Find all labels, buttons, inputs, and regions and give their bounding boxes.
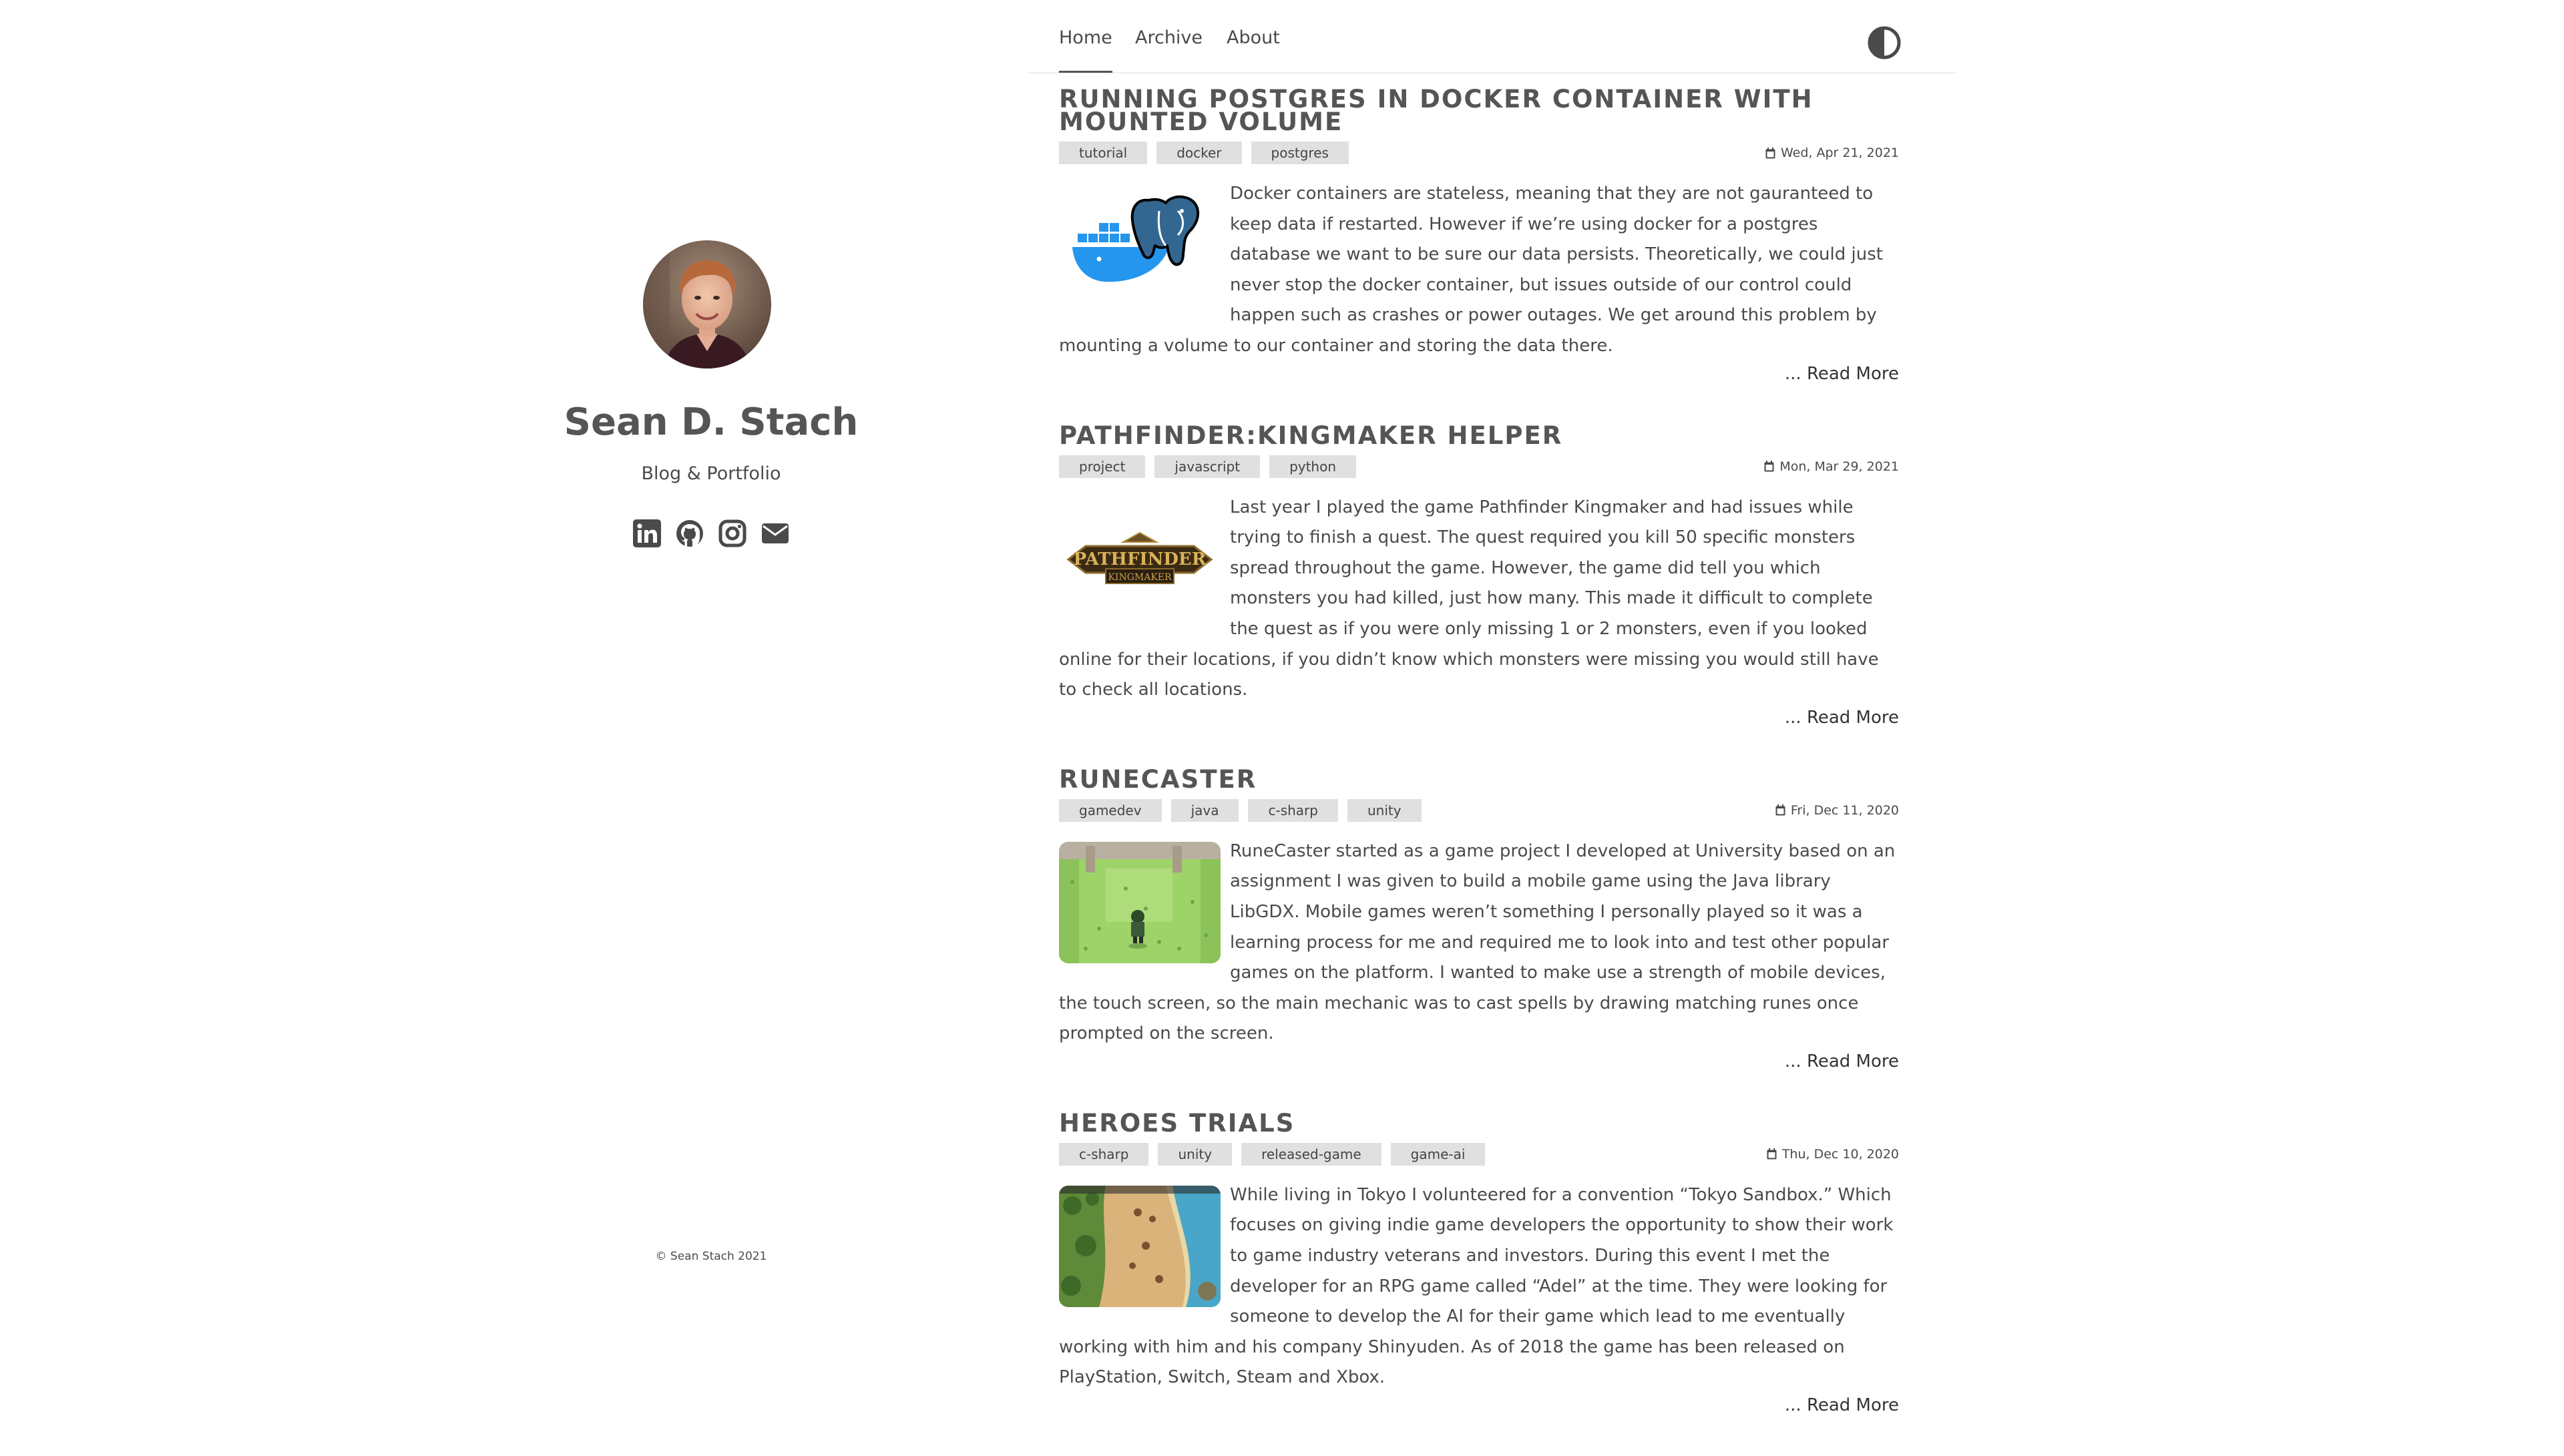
post-date-text: Fri, Dec 11, 2020	[1790, 802, 1899, 818]
tag[interactable]: java	[1170, 798, 1239, 822]
pathfinder-kingmaker-logo: PATHFINDER KINGMAKER	[1059, 497, 1221, 620]
post-thumbnail[interactable]	[1059, 184, 1221, 306]
read-more-row: ... Read More	[1059, 1049, 1899, 1073]
tag[interactable]: gamedev	[1059, 798, 1162, 822]
tag[interactable]: python	[1269, 455, 1357, 478]
post-excerpt: RuneCaster started as a game project I d…	[1059, 836, 1899, 1049]
post-meta: c-sharp unity released-game game-ai Thu,…	[1059, 1142, 1899, 1167]
post-meta: gamedev java c-sharp unity Fri, Dec 11, …	[1059, 798, 1899, 823]
instagram-icon[interactable]	[718, 519, 746, 547]
post-thumbnail[interactable]: PATHFINDER KINGMAKER	[1059, 497, 1221, 620]
calendar-icon	[1765, 147, 1775, 158]
read-more-row: ... Read More	[1059, 706, 1899, 730]
post-title[interactable]: RUNNING POSTGRES IN DOCKER CONTAINER WIT…	[1059, 87, 1899, 134]
theme-toggle-button[interactable]	[1867, 25, 1902, 60]
nav-home[interactable]: Home	[1059, 27, 1112, 73]
avatar	[643, 240, 771, 369]
post-meta: project javascript python Mon, Mar 29, 2…	[1059, 455, 1899, 479]
tag[interactable]: c-sharp	[1059, 1142, 1149, 1166]
tag[interactable]: c-sharp	[1248, 798, 1338, 822]
nav-about[interactable]: About	[1227, 27, 1280, 49]
post-card: RUNNING POSTGRES IN DOCKER CONTAINER WIT…	[1059, 87, 1899, 386]
logo-title-text: PATHFINDER	[1074, 549, 1207, 569]
github-icon[interactable]	[676, 519, 704, 547]
profile-photo	[643, 240, 771, 369]
tag-list: gamedev java c-sharp unity	[1059, 798, 1899, 822]
runecaster-screenshot	[1059, 841, 1221, 963]
calendar-icon	[1764, 461, 1774, 472]
tag[interactable]: docker	[1156, 142, 1242, 164]
post-card: PATHFINDER:KINGMAKER HELPER project java…	[1059, 423, 1899, 730]
post-date: Wed, Apr 21, 2021	[1765, 146, 1899, 160]
post-date-text: Thu, Dec 10, 2020	[1781, 1146, 1899, 1162]
tag[interactable]: postgres	[1251, 142, 1349, 164]
read-more-row: ... Read More	[1059, 1393, 1899, 1417]
post-title[interactable]: PATHFINDER:KINGMAKER HELPER	[1059, 423, 1899, 448]
post-title[interactable]: RUNECASTER	[1059, 767, 1899, 792]
post-meta: tutorial docker postgres Wed, Apr 21, 20…	[1059, 142, 1899, 166]
calendar-icon	[1775, 804, 1785, 816]
post-date: Fri, Dec 11, 2020	[1775, 803, 1899, 818]
calendar-icon	[1767, 1148, 1777, 1160]
email-icon[interactable]	[761, 519, 789, 547]
tag[interactable]: released-game	[1241, 1142, 1381, 1166]
post-excerpt: PATHFINDER KINGMAKER Last year I played …	[1059, 493, 1899, 706]
post-feed: RUNNING POSTGRES IN DOCKER CONTAINER WIT…	[1059, 87, 1899, 1456]
post-thumbnail[interactable]	[1059, 841, 1221, 963]
post-excerpt: While living in Tokyo I volunteered for …	[1059, 1180, 1899, 1393]
post-title[interactable]: HEROES TRIALS	[1059, 1111, 1899, 1136]
post-date: Mon, Mar 29, 2021	[1764, 459, 1899, 474]
nav-archive[interactable]: Archive	[1135, 27, 1203, 49]
post-date-text: Mon, Mar 29, 2021	[1779, 459, 1899, 474]
tag[interactable]: tutorial	[1059, 142, 1148, 164]
tag[interactable]: unity	[1158, 1142, 1233, 1166]
read-more-link[interactable]: ... Read More	[1785, 364, 1899, 384]
logo-subtitle-text: KINGMAKER	[1108, 572, 1172, 583]
post-date: Thu, Dec 10, 2020	[1767, 1147, 1899, 1162]
tag[interactable]: project	[1059, 455, 1146, 478]
read-more-row: ... Read More	[1059, 362, 1899, 386]
tag[interactable]: unity	[1347, 798, 1422, 822]
read-more-link[interactable]: ... Read More	[1785, 1395, 1899, 1415]
post-card: RUNECASTER gamedev java c-sharp unity Fr…	[1059, 767, 1899, 1073]
post-excerpt: Docker containers are stateless, meaning…	[1059, 179, 1899, 362]
read-more-link[interactable]: ... Read More	[1785, 708, 1899, 728]
linkedin-icon[interactable]	[633, 519, 661, 547]
contrast-icon	[1868, 26, 1901, 59]
post-date-text: Wed, Apr 21, 2021	[1780, 146, 1899, 160]
post-card: HEROES TRIALS c-sharp unity released-gam…	[1059, 1111, 1899, 1417]
heroes-trials-screenshot	[1059, 1185, 1221, 1307]
read-more-link[interactable]: ... Read More	[1785, 1051, 1899, 1071]
top-navigation: Home Archive About	[1028, 0, 1956, 73]
tag[interactable]: javascript	[1154, 455, 1261, 478]
tag[interactable]: game-ai	[1390, 1142, 1486, 1166]
docker-postgres-logo	[1059, 184, 1221, 306]
post-thumbnail[interactable]	[1059, 1185, 1221, 1307]
